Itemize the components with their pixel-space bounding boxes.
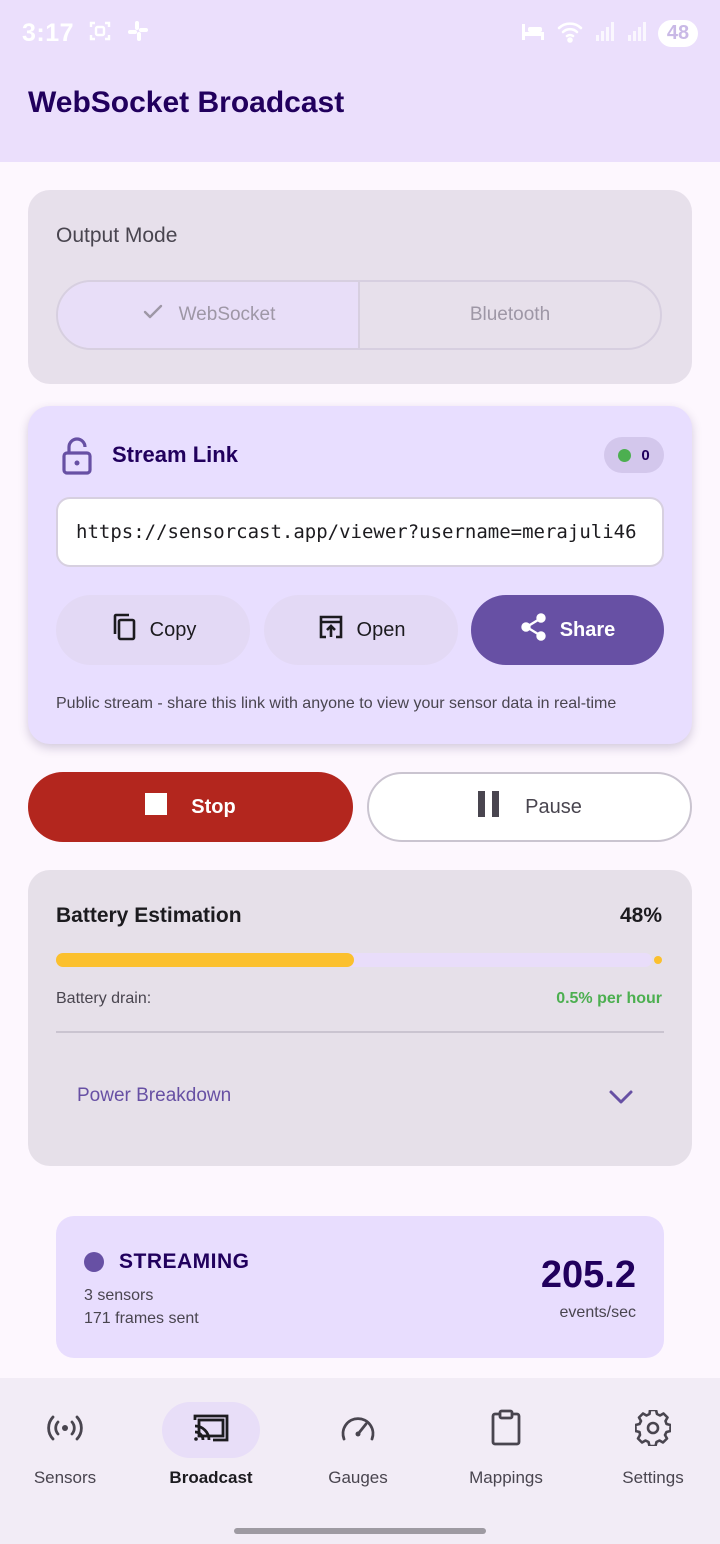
stop-button[interactable]: Stop <box>28 772 353 842</box>
nav-item-mappings[interactable]: Mappings <box>442 1402 570 1492</box>
nav-label-sensors: Sensors <box>33 1468 97 1487</box>
stream-description: Public stream - share this link with any… <box>56 695 617 712</box>
open-in-browser-icon <box>317 613 345 647</box>
streaming-state: STREAMING <box>119 1250 250 1273</box>
signal-icon-2 <box>626 20 648 47</box>
frames-sent: 171 frames sent <box>84 1310 199 1327</box>
output-mode-selector: WebSocket Bluetooth <box>56 280 662 350</box>
connected-clients-badge: 0 <box>604 437 664 473</box>
event-rate-unit: events/sec <box>559 1304 636 1321</box>
stream-url-field[interactable]: https://sensorcast.app/viewer?username=m… <box>56 497 664 567</box>
nav-item-sensors[interactable]: Sensors <box>1 1402 129 1492</box>
stream-link-title: Stream Link <box>112 442 238 467</box>
battery-percent: 48% <box>619 904 662 927</box>
chevron-down-icon[interactable] <box>608 1088 634 1111</box>
bluetooth-option-label: Bluetooth <box>469 304 551 325</box>
battery-indicator: 48 <box>658 19 698 47</box>
divider <box>56 1031 664 1033</box>
screenshot-icon <box>88 19 112 48</box>
event-rate-value: 205.2 <box>540 1254 636 1296</box>
nav-label-settings: Settings <box>622 1468 684 1487</box>
wifi-icon <box>556 19 584 48</box>
copy-button[interactable]: Copy <box>56 595 250 665</box>
stop-icon <box>145 793 168 821</box>
nav-item-broadcast[interactable]: Broadcast <box>147 1402 275 1492</box>
status-bar: 3:17 48 <box>0 0 720 66</box>
websocket-option-label: WebSocket <box>178 304 276 325</box>
nav-label-broadcast: Broadcast <box>169 1468 253 1487</box>
websocket-option[interactable]: WebSocket <box>58 282 360 348</box>
bluetooth-option[interactable]: Bluetooth <box>360 282 660 348</box>
cast-icon <box>191 1412 231 1449</box>
nav-label-gauges: Gauges <box>328 1468 388 1487</box>
battery-progress-bar <box>56 953 652 967</box>
stop-button-label: Stop <box>191 795 236 818</box>
share-button[interactable]: Share <box>471 595 664 665</box>
copy-icon <box>110 612 138 648</box>
power-breakdown-toggle[interactable]: Power Breakdown <box>77 1085 231 1107</box>
pause-icon <box>477 791 501 823</box>
signal-icon <box>594 20 616 47</box>
battery-progress-fill <box>56 953 354 967</box>
bed-icon <box>520 20 546 47</box>
open-button-label: Open <box>356 618 406 641</box>
slack-icon <box>126 19 150 48</box>
page-title: WebSocket Broadcast <box>28 86 345 119</box>
copy-button-label: Copy <box>149 618 197 641</box>
pause-button-label: Pause <box>525 795 582 818</box>
stream-link-card: Stream Link 0 https://sensorcast.app/vie… <box>28 406 692 744</box>
streaming-status-card: STREAMING 3 sensors 171 frames sent 205.… <box>56 1216 664 1358</box>
battery-title: Battery Estimation <box>56 904 242 927</box>
home-indicator[interactable] <box>234 1528 486 1534</box>
sensors-icon <box>45 1413 85 1448</box>
nav-item-gauges[interactable]: Gauges <box>294 1402 422 1492</box>
client-count: 0 <box>641 446 650 464</box>
check-icon <box>141 300 165 330</box>
output-mode-card: Output Mode WebSocket Bluetooth <box>28 190 692 384</box>
battery-progress-end-marker <box>654 956 662 964</box>
clipboard-icon <box>489 1409 523 1452</box>
battery-drain-label: Battery drain: <box>56 990 152 1007</box>
open-button[interactable]: Open <box>264 595 458 665</box>
gear-icon <box>634 1408 672 1451</box>
output-mode-title: Output Mode <box>56 224 178 247</box>
speed-gauge-icon <box>339 1412 377 1449</box>
share-icon <box>520 613 548 647</box>
share-button-label: Share <box>559 618 616 641</box>
sensor-count: 3 sensors <box>84 1287 154 1304</box>
bottom-navigation: Sensors Broadcast Gauges Mappings Settin… <box>0 1378 720 1544</box>
app-bar: 3:17 48 WebSocket Broadcast <box>0 0 720 162</box>
battery-estimation-card: Battery Estimation 48% Battery drain: 0.… <box>28 870 692 1166</box>
pause-button[interactable]: Pause <box>367 772 692 842</box>
streaming-status-dot <box>84 1252 104 1272</box>
connection-status-dot <box>618 448 632 462</box>
battery-drain-value: 0.5% per hour <box>556 990 662 1007</box>
status-time: 3:17 <box>22 18 75 47</box>
nav-item-settings[interactable]: Settings <box>589 1402 717 1492</box>
nav-label-mappings: Mappings <box>469 1468 543 1487</box>
lock-open-icon <box>60 436 94 481</box>
